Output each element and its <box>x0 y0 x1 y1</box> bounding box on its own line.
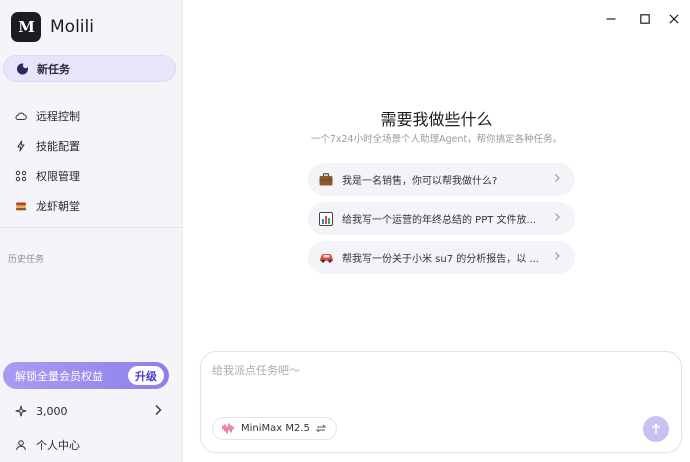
credits-value: 3,000 <box>36 404 68 418</box>
task-input[interactable] <box>212 364 632 377</box>
sidebar-item-skill-config[interactable]: 技能配置 <box>0 131 182 161</box>
arrow-up-icon <box>652 423 660 434</box>
sparkle-icon <box>15 405 27 417</box>
lobster-icon <box>16 202 26 211</box>
upgrade-button[interactable]: 升级 <box>128 366 164 385</box>
membership-label: 解锁全量会员权益 <box>15 369 103 383</box>
page-title: 需要我做些什么 <box>380 110 493 129</box>
history-section-label: 历史任务 <box>8 255 45 265</box>
send-button[interactable] <box>643 416 669 442</box>
suggestion-text: 给我写一个运营的年终总结的 PPT 文件放... <box>342 215 537 226</box>
model-name: MiniMax M2.5 <box>241 423 310 434</box>
suggestion-item[interactable]: 我是一名销售，你可以帮我做什么? <box>308 163 575 196</box>
new-task-icon <box>17 62 29 75</box>
composer: MiniMax M2.5 <box>200 351 682 453</box>
maximize-icon <box>640 14 650 24</box>
sidebar-item-lobster-court[interactable]: 龙虾朝堂 <box>0 191 182 221</box>
model-logo-icon <box>222 423 234 434</box>
new-task-label: 新任务 <box>37 62 70 76</box>
user-icon <box>16 440 26 451</box>
suggestion-item[interactable]: 给我写一个运营的年终总结的 PPT 文件放... <box>308 202 575 235</box>
model-selector[interactable]: MiniMax M2.5 <box>212 417 337 440</box>
cloud-icon <box>15 112 27 120</box>
suggestion-text: 帮我写一份关于小米 su7 的分析报告，以 ... <box>342 254 539 265</box>
sidebar-nav: 远程控制 技能配置 权限管理 龙虾朝堂 <box>0 101 182 221</box>
briefcase-icon <box>318 172 334 188</box>
suggestion-text: 我是一名销售，你可以帮我做什么? <box>342 176 498 187</box>
chevron-right-icon <box>555 252 560 260</box>
maximize-button[interactable] <box>634 10 656 28</box>
sidebar-item-label: 龙虾朝堂 <box>36 200 80 213</box>
minimize-button[interactable] <box>600 10 622 28</box>
sidebar-item-permissions[interactable]: 权限管理 <box>0 161 182 191</box>
sidebar: M Molili 新任务 远程控制 技能配置 权限管理 龙虾朝堂 历史任务 解锁… <box>0 0 183 462</box>
lightning-icon <box>17 140 25 152</box>
sidebar-item-remote-control[interactable]: 远程控制 <box>0 101 182 131</box>
close-icon <box>669 14 679 24</box>
swap-icon <box>315 424 326 433</box>
chart-icon <box>318 211 334 227</box>
minimize-icon <box>606 18 616 20</box>
chevron-right-icon <box>555 213 560 221</box>
chevron-right-icon <box>155 405 162 415</box>
grid-icon <box>15 170 27 182</box>
close-button[interactable] <box>663 10 685 28</box>
profile-label: 个人中心 <box>36 439 80 452</box>
suggestion-item[interactable]: 帮我写一份关于小米 su7 的分析报告，以 ... <box>308 241 575 274</box>
sidebar-item-label: 权限管理 <box>36 170 80 183</box>
new-task-button[interactable]: 新任务 <box>3 55 176 82</box>
car-icon <box>318 250 334 266</box>
app-name: Molili <box>50 17 94 37</box>
sidebar-item-label: 技能配置 <box>36 140 80 153</box>
app-logo: M <box>11 12 41 42</box>
membership-upgrade-banner[interactable]: 解锁全量会员权益 升级 <box>3 362 169 389</box>
credits-row[interactable]: 3,000 <box>0 398 182 424</box>
chevron-right-icon <box>555 174 560 182</box>
page-subtitle: 一个7x24小时全场景个人助理Agent，帮你搞定各种任务。 <box>310 134 563 145</box>
app-logo-text: M <box>18 18 35 36</box>
sidebar-item-label: 远程控制 <box>36 110 80 123</box>
brand: M Molili <box>11 12 94 42</box>
sidebar-divider <box>0 227 182 228</box>
profile-center[interactable]: 个人中心 <box>0 433 182 457</box>
